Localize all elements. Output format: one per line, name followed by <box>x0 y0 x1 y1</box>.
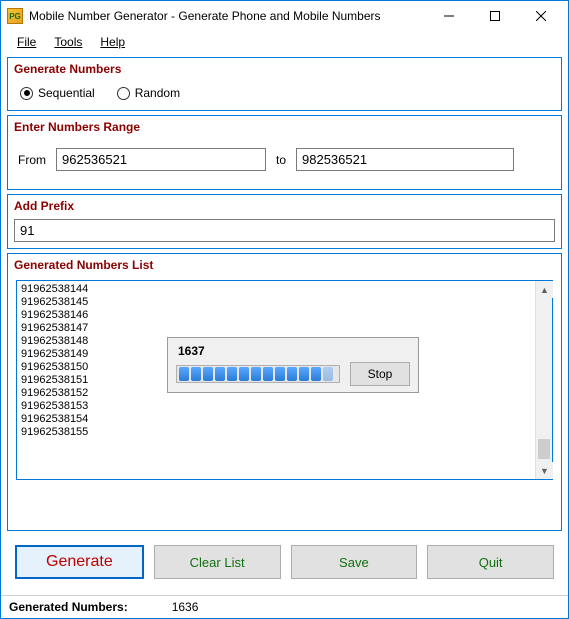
chevron-up-icon: ▲ <box>540 285 549 295</box>
group-title-generate: Generate Numbers <box>8 58 561 82</box>
scroll-up-button[interactable]: ▲ <box>536 281 553 298</box>
prefix-input[interactable] <box>14 219 555 242</box>
generate-button[interactable]: Generate <box>15 545 144 579</box>
titlebar: PG Mobile Number Generator - Generate Ph… <box>1 1 568 31</box>
save-button[interactable]: Save <box>291 545 418 579</box>
quit-button[interactable]: Quit <box>427 545 554 579</box>
radio-sequential-label: Sequential <box>38 86 95 100</box>
scroll-thumb[interactable] <box>538 439 550 459</box>
radio-sequential[interactable]: Sequential <box>20 86 95 100</box>
progress-count: 1637 <box>176 344 410 358</box>
radio-dot-icon <box>20 87 33 100</box>
group-title-list: Generated Numbers List <box>8 254 561 278</box>
maximize-icon <box>490 11 500 21</box>
action-buttons-row: Generate Clear List Save Quit <box>7 535 562 589</box>
to-label: to <box>276 153 286 167</box>
scrollbar-vertical[interactable]: ▲ ▼ <box>535 281 552 479</box>
menubar: File Tools Help <box>1 31 568 53</box>
from-label: From <box>18 153 46 167</box>
statusbar: Generated Numbers: 1636 <box>1 595 568 618</box>
minimize-icon <box>444 11 454 21</box>
clear-list-button[interactable]: Clear List <box>154 545 281 579</box>
close-icon <box>536 11 546 21</box>
group-generate-numbers: Generate Numbers Sequential Random <box>7 57 562 111</box>
from-input[interactable] <box>56 148 266 171</box>
progress-bar <box>176 365 340 383</box>
group-prefix: Add Prefix <box>7 194 562 249</box>
status-value: 1636 <box>172 600 199 614</box>
radio-random[interactable]: Random <box>117 86 180 100</box>
stop-button[interactable]: Stop <box>350 362 410 386</box>
radio-dot-icon <box>117 87 130 100</box>
scroll-down-button[interactable]: ▼ <box>536 462 553 479</box>
app-icon: PG <box>7 8 23 24</box>
group-generated-list: Generated Numbers List 91962538144 91962… <box>7 253 562 531</box>
progress-dialog: 1637 Stop <box>167 337 419 393</box>
minimize-button[interactable] <box>426 2 472 30</box>
to-input[interactable] <box>296 148 514 171</box>
group-range: Enter Numbers Range From to <box>7 115 562 190</box>
menu-file[interactable]: File <box>17 35 36 49</box>
menu-tools[interactable]: Tools <box>54 35 82 49</box>
close-button[interactable] <box>518 2 564 30</box>
chevron-down-icon: ▼ <box>540 466 549 476</box>
group-title-range: Enter Numbers Range <box>8 116 561 140</box>
maximize-button[interactable] <box>472 2 518 30</box>
numbers-list-box: 91962538144 91962538145 91962538146 9196… <box>16 280 553 480</box>
menu-help[interactable]: Help <box>100 35 125 49</box>
group-title-prefix: Add Prefix <box>8 195 561 219</box>
window-title: Mobile Number Generator - Generate Phone… <box>29 9 426 23</box>
radio-random-label: Random <box>135 86 180 100</box>
status-label: Generated Numbers: <box>9 600 128 614</box>
